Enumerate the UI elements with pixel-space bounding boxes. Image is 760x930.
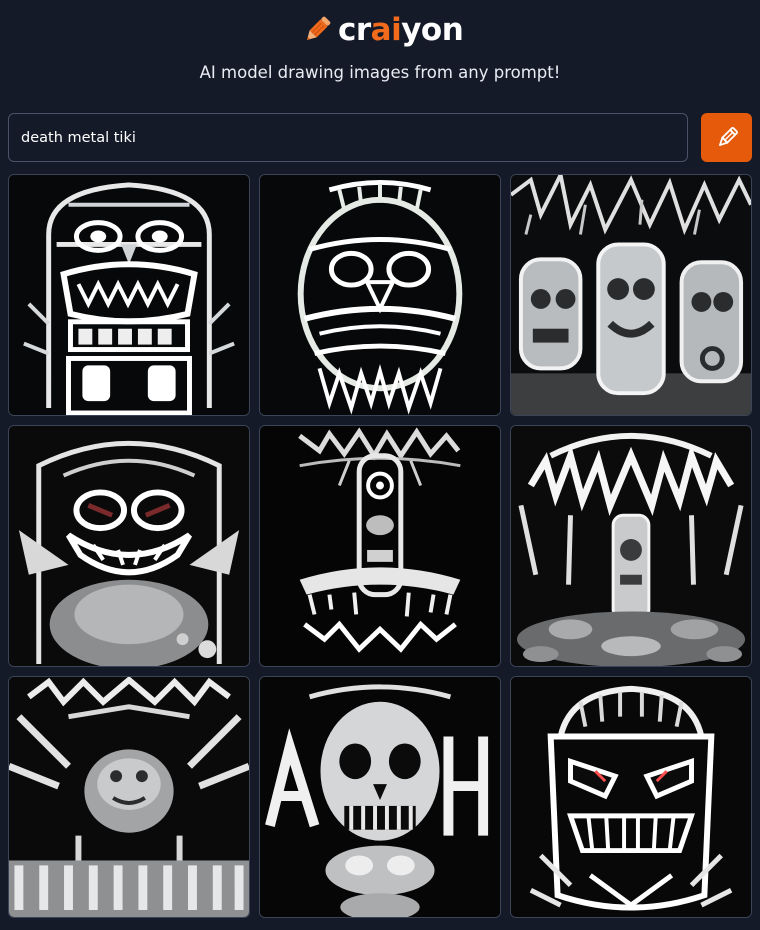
generated-image-4[interactable]	[8, 425, 250, 667]
image-grid	[8, 174, 752, 918]
generated-image-7[interactable]	[8, 676, 250, 918]
draw-button[interactable]	[701, 113, 752, 162]
generated-image-2[interactable]	[259, 174, 501, 416]
prompt-bar	[8, 113, 752, 162]
generated-image-3[interactable]	[510, 174, 752, 416]
generated-image-1[interactable]	[8, 174, 250, 416]
pencil-icon	[714, 125, 740, 151]
generated-image-6[interactable]	[510, 425, 752, 667]
generated-image-9[interactable]	[510, 676, 752, 918]
header: craiyon AI model drawing images from any…	[0, 0, 760, 100]
generated-image-5[interactable]	[259, 425, 501, 667]
generated-image-8[interactable]	[259, 676, 501, 918]
pencil-logo-icon	[300, 13, 334, 47]
tagline: AI model drawing images from any prompt!	[199, 63, 561, 82]
brand-wordmark: craiyon	[338, 12, 464, 48]
logo[interactable]: craiyon	[300, 10, 464, 50]
prompt-input[interactable]	[8, 113, 688, 162]
